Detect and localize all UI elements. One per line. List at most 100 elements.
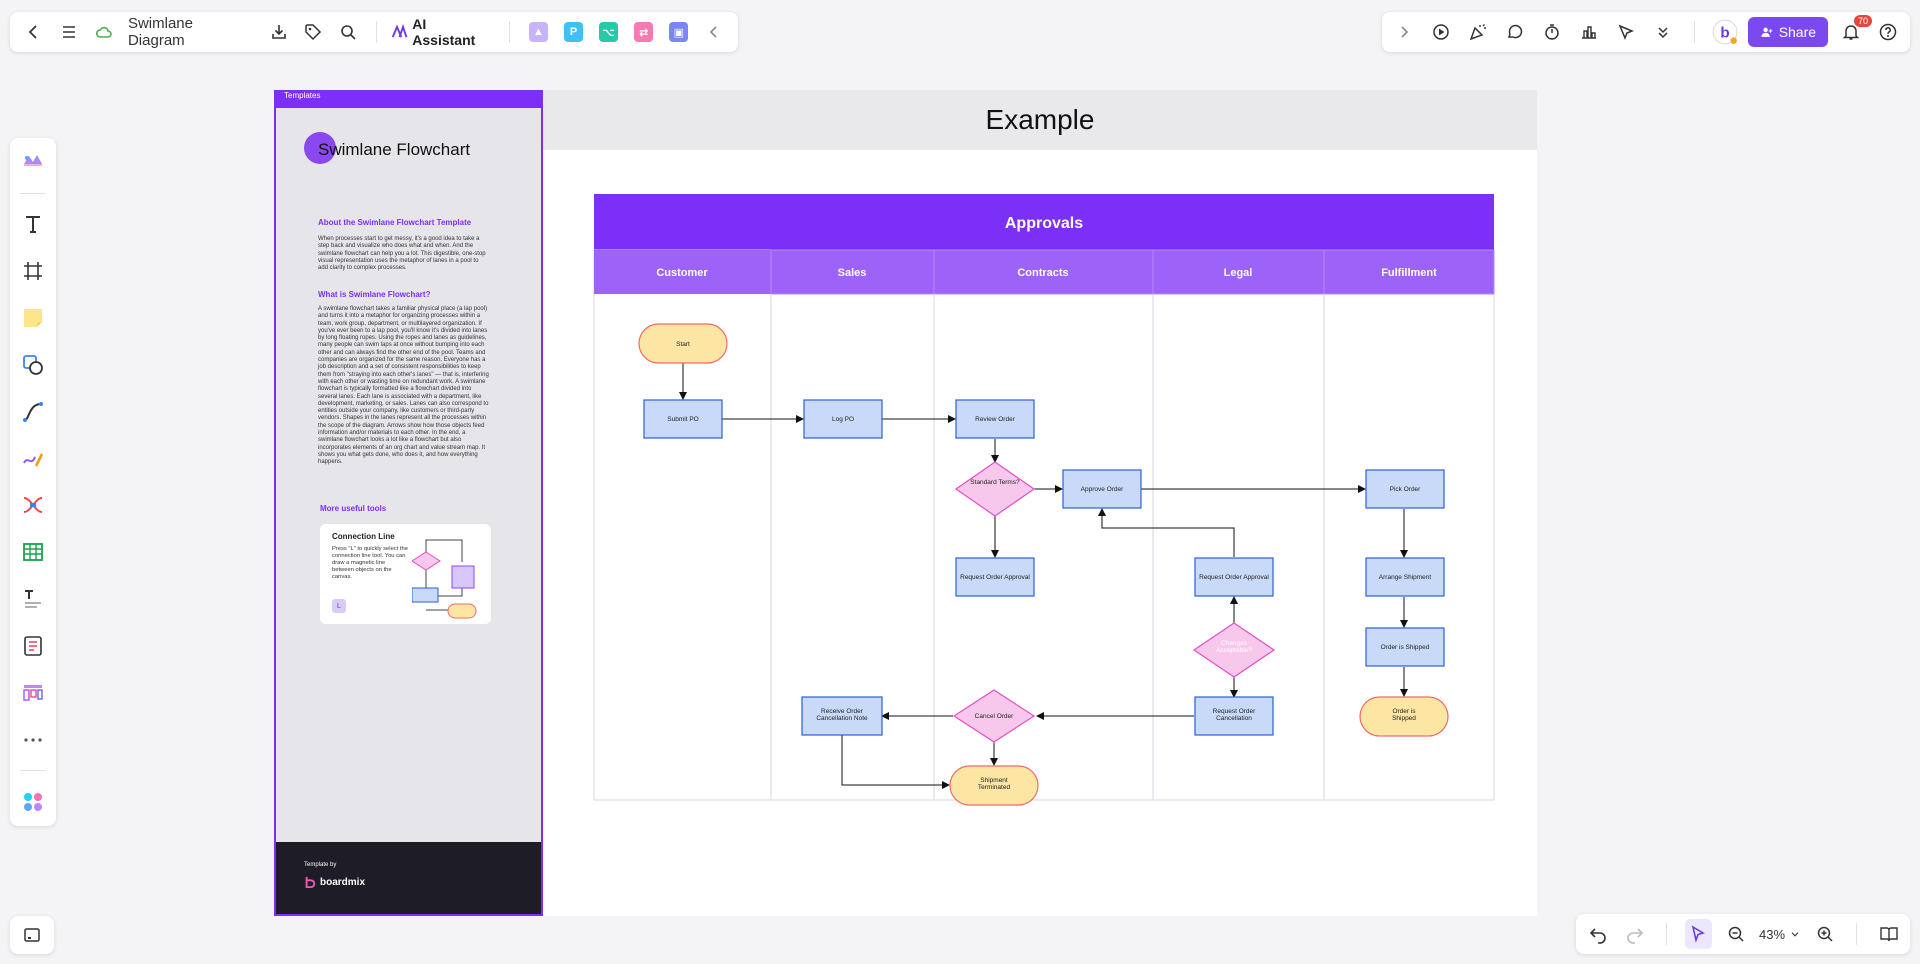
node-label: Request Order Cancellation [1212, 708, 1256, 722]
redo-icon[interactable] [1621, 919, 1648, 949]
lane-contracts: Contracts [933, 249, 1154, 295]
flowchart-plugin-icon[interactable]: ⇄ [634, 22, 654, 42]
shortcut-key-badge: L [332, 599, 346, 613]
card-title: Connection Line [332, 532, 395, 541]
connection-line-illustration [412, 539, 477, 619]
vote-icon[interactable] [1575, 17, 1604, 47]
node-submit-po[interactable]: Submit PO [643, 399, 723, 439]
lane-sales: Sales [770, 249, 935, 295]
node-log-po[interactable]: Log PO [803, 399, 883, 439]
help-icon[interactable] [1873, 17, 1902, 47]
node-label: Start [676, 341, 690, 348]
template-info-panel[interactable]: Templates Swimlane Flowchart About the S… [274, 90, 543, 916]
swimlane-diagram[interactable]: Approvals Customer Sales Contracts Legal… [543, 90, 1537, 916]
comment-icon[interactable] [1501, 17, 1530, 47]
node-approve-order[interactable]: Approve Order [1062, 469, 1142, 509]
timer-icon[interactable] [1538, 17, 1567, 47]
document-tool-icon[interactable] [16, 630, 50, 663]
template-footer: Template by boardmix [276, 842, 541, 914]
presentation-plugin-icon[interactable]: P [563, 22, 584, 42]
select-cursor-icon[interactable] [1684, 919, 1712, 949]
document-title[interactable]: Swimlane Diagram [128, 15, 248, 49]
download-icon[interactable] [264, 17, 293, 47]
card-text: Press "L" to quickly select the connecti… [332, 546, 408, 580]
brand-logo[interactable]: boardmix [304, 876, 365, 888]
templates-icon[interactable] [16, 146, 50, 179]
pen-tool-icon[interactable] [16, 442, 50, 475]
notification-bell-icon[interactable]: 70 [1836, 15, 1873, 47]
node-label: Cancel Order [975, 713, 1014, 720]
book-guide-icon[interactable] [1875, 919, 1902, 949]
node-label: Pick Order [1390, 486, 1422, 493]
add-user-icon [1761, 27, 1772, 37]
minimap-toggle[interactable] [10, 916, 54, 954]
what-heading: What is Swimlane Flowchart? [318, 290, 431, 299]
mindmap-plugin-icon[interactable]: ⌥ [599, 22, 619, 42]
svg-text:b: b [1721, 24, 1730, 41]
tag-icon[interactable] [299, 17, 328, 47]
node-pick-order[interactable]: Pick Order [1365, 469, 1445, 509]
sticky-note-icon[interactable] [16, 302, 50, 335]
top-left-toolbar: Swimlane Diagram AI Assistant ▲ P ⌥ ⇄ ▣ [10, 12, 738, 52]
menu-icon[interactable] [55, 17, 84, 47]
zoom-level-dropdown[interactable]: 43% [1759, 927, 1801, 942]
node-arrange-shipment[interactable]: Arrange Shipment [1365, 557, 1445, 597]
cloud-saved-icon [89, 17, 118, 47]
node-receive-cancellation[interactable]: Receive Order Cancellation Note [801, 696, 883, 736]
lane-header-sales: Sales [838, 267, 867, 279]
node-order-shipped-process[interactable]: Order is Shipped [1365, 627, 1445, 667]
template-title: Swimlane Flowchart [318, 140, 471, 159]
collapse-chevron-icon[interactable] [699, 17, 728, 47]
node-label: Order is Shipped [1381, 644, 1430, 651]
search-icon[interactable] [334, 17, 363, 47]
shapes-tool-icon[interactable] [16, 348, 50, 381]
more-tools-icon[interactable] [16, 723, 50, 756]
celebrate-icon[interactable] [1464, 17, 1493, 47]
brand-name: boardmix [320, 876, 366, 888]
text-tool-icon[interactable] [16, 208, 50, 241]
toolbar-divider [508, 21, 510, 43]
node-review-order[interactable]: Review Order [955, 399, 1035, 439]
node-request-approval-legal[interactable]: Request Order Approval [1194, 557, 1274, 597]
node-shipment-terminated[interactable]: Shipment Terminated [949, 765, 1039, 806]
lane-customer: Customer [594, 250, 771, 294]
zoom-in-icon[interactable] [1811, 919, 1838, 949]
undo-icon[interactable] [1584, 919, 1611, 949]
example-board[interactable]: Example Approvals Customer Sales Contrac… [543, 90, 1537, 916]
share-button[interactable]: Share [1747, 17, 1829, 47]
zoom-out-icon[interactable] [1722, 919, 1749, 949]
frame-tool-icon[interactable] [16, 255, 50, 288]
node-request-approval-contracts[interactable]: Request Order Approval [955, 557, 1035, 597]
toolbar-divider [1666, 923, 1667, 945]
node-label: Request Order Approval [960, 574, 1030, 581]
connector-tool-icon[interactable] [16, 395, 50, 428]
image-generator-icon[interactable]: ▲ [528, 22, 548, 42]
apps-icon[interactable] [16, 785, 50, 818]
tools-heading: More useful tools [320, 504, 387, 513]
node-label: Receive Order Cancellation Note [816, 708, 868, 722]
top-right-toolbar: b Share 70 [1382, 12, 1910, 52]
laser-pointer-icon[interactable] [1612, 17, 1641, 47]
avatar[interactable]: b [1711, 17, 1740, 47]
notification-count-badge: 70 [1854, 15, 1873, 27]
table-tool-icon[interactable] [16, 536, 50, 569]
present-play-icon[interactable] [1427, 17, 1456, 47]
node-request-cancellation[interactable]: Request Order Cancellation [1194, 696, 1274, 736]
text-block-icon[interactable] [16, 583, 50, 616]
node-order-shipped-terminal[interactable]: Order is Shipped [1359, 696, 1449, 737]
ai-assistant-button[interactable]: AI Assistant [391, 16, 489, 48]
lane-header-fulfillment: Fulfillment [1381, 267, 1437, 279]
more-chevrons-icon[interactable] [1649, 17, 1678, 47]
node-start[interactable]: Start [638, 323, 728, 364]
connection-line-card[interactable]: Connection Line Press "L" to quickly sel… [320, 524, 491, 624]
back-icon[interactable] [20, 17, 49, 47]
chevron-down-icon [1791, 932, 1799, 937]
kanban-tool-icon[interactable] [16, 676, 50, 709]
chat-plugin-icon[interactable]: ▣ [669, 22, 689, 42]
lane-header-customer: Customer [656, 267, 708, 279]
mindmap-tool-icon[interactable] [16, 489, 50, 522]
lane-legal: Legal [1152, 249, 1325, 295]
lane-header-contracts: Contracts [1017, 267, 1068, 279]
expand-chevron-icon[interactable] [1390, 17, 1419, 47]
node-label: Arrange Shipment [1379, 574, 1432, 581]
